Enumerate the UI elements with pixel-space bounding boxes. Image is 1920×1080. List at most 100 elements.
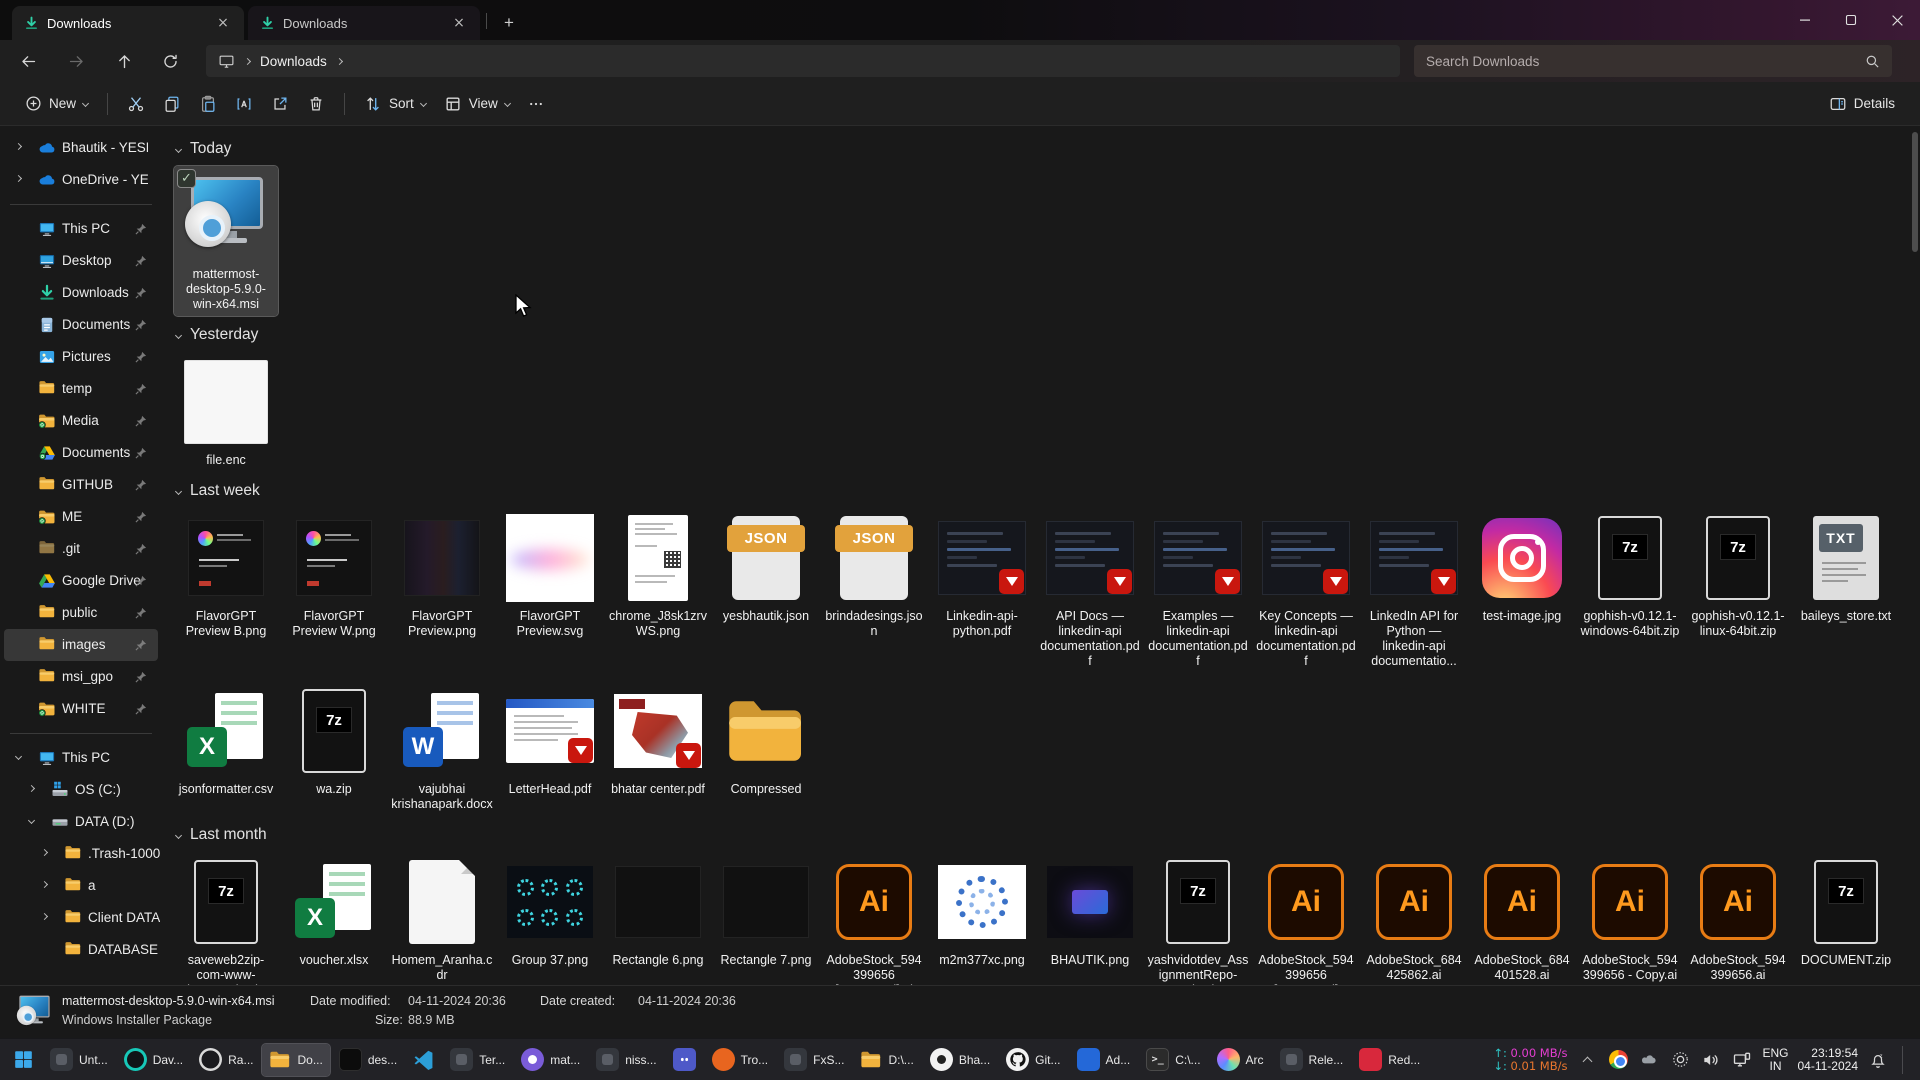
sidebar-item-me[interactable]: ME: [4, 501, 158, 533]
sidebar-item-temp[interactable]: temp: [4, 373, 158, 405]
file-tile[interactable]: FlavorGPT Preview.svg: [498, 508, 602, 643]
sidebar-item--trash-1000[interactable]: .Trash-1000: [4, 838, 158, 870]
sidebar-item-desktop[interactable]: Desktop: [4, 245, 158, 277]
taskbar-app-button[interactable]: Red...: [1352, 1044, 1427, 1076]
network-speed-indicator[interactable]: ↑: 0.00 MB/s ↓: 0.01 MB/s: [1493, 1047, 1567, 1073]
file-tile[interactable]: bhatar center.pdf: [606, 681, 710, 801]
file-tile[interactable]: Wvajubhai krishanapark.docx: [390, 681, 494, 816]
delete-button[interactable]: [298, 87, 334, 121]
chevron-right-icon[interactable]: [41, 881, 48, 888]
taskbar-app-button[interactable]: Arc: [1210, 1044, 1271, 1076]
file-tile[interactable]: 7zDOCUMENT.zip: [1794, 852, 1898, 972]
file-tile[interactable]: AiAdobeStock_594399656 [Converted].ai: [822, 852, 926, 985]
file-tile[interactable]: AiAdobeStock_594399656 [Converted] copy.…: [1254, 852, 1358, 985]
cloud-tray-icon[interactable]: [1638, 1049, 1660, 1071]
explorer-tab[interactable]: Downloads ×: [248, 6, 480, 40]
maximize-button[interactable]: [1828, 0, 1874, 40]
section-header-last-week[interactable]: Last week: [176, 480, 1910, 502]
up-button[interactable]: [104, 44, 144, 78]
file-tile[interactable]: FlavorGPT Preview B.png: [174, 508, 278, 643]
sidebar-item-media[interactable]: Media: [4, 405, 158, 437]
copy-button[interactable]: [154, 87, 190, 121]
file-tile[interactable]: AiAdobeStock_594399656 - Copy.ai: [1578, 852, 1682, 985]
chevron-right-icon[interactable]: [15, 143, 22, 150]
file-tile[interactable]: API Docs — linkedin-api documentation.pd…: [1038, 508, 1142, 673]
taskbar-app-button[interactable]: Ad...: [1070, 1044, 1138, 1076]
section-header-yesterday[interactable]: Yesterday: [176, 324, 1910, 346]
taskbar-app-button[interactable]: FxS...: [777, 1044, 851, 1076]
sidebar-item-google-drive[interactable]: Google Drive: [4, 565, 158, 597]
file-tile[interactable]: Group 37.png: [498, 852, 602, 972]
close-button[interactable]: [1874, 0, 1920, 40]
file-tile[interactable]: test-image.jpg: [1470, 508, 1574, 628]
file-tile[interactable]: FlavorGPT Preview.png: [390, 508, 494, 643]
cut-button[interactable]: [118, 87, 154, 121]
file-tile[interactable]: 7zgophish-v0.12.1-windows-64bit.zip: [1578, 508, 1682, 643]
file-tile[interactable]: TXT baileys_store.txt: [1794, 508, 1898, 628]
file-tile[interactable]: Xvoucher.xlsx: [282, 852, 386, 972]
file-tile[interactable]: ✓mattermost-desktop-5.9.0-win-x64.msi: [174, 166, 278, 316]
sidebar-item-data-d-[interactable]: DATA (D:): [4, 806, 158, 838]
language-indicator[interactable]: ENG IN: [1762, 1047, 1788, 1073]
file-tile[interactable]: AiAdobeStock_684425862.ai: [1362, 852, 1466, 985]
file-tile[interactable]: Linkedin-api-python.pdf: [930, 508, 1034, 643]
taskbar-app-button[interactable]: Bha...: [923, 1044, 997, 1076]
sidebar-item--git[interactable]: .git: [4, 533, 158, 565]
sidebar-item-pictures[interactable]: Pictures: [4, 341, 158, 373]
section-header-today[interactable]: Today: [176, 138, 1910, 160]
file-tile[interactable]: AiAdobeStock_594399656.ai: [1686, 852, 1790, 985]
file-tile[interactable]: JSONyesbhautik.json: [714, 508, 818, 628]
sidebar-item-this-pc[interactable]: This PC: [4, 742, 158, 774]
sidebar-item-bhautik-yesbh[interactable]: Bhautik - YESBH: [4, 132, 158, 164]
file-tile[interactable]: 7zyashvidotdev_AssignmentRepo-main.zip: [1146, 852, 1250, 985]
file-tile[interactable]: AiAdobeStock_684401528.ai: [1470, 852, 1574, 985]
file-tile[interactable]: Examples — linkedin-api documentation.pd…: [1146, 508, 1250, 673]
volume-tray-icon[interactable]: [1700, 1049, 1722, 1071]
sidebar-item-public[interactable]: public: [4, 597, 158, 629]
paste-button[interactable]: [190, 87, 226, 121]
sidebar-item-os-c-[interactable]: OS (C:): [4, 774, 158, 806]
taskbar-app-button[interactable]: Do...: [262, 1044, 329, 1076]
file-tile[interactable]: m2m377xc.png: [930, 852, 1034, 972]
brightness-tray-icon[interactable]: [1669, 1049, 1691, 1071]
more-options-button[interactable]: [519, 87, 553, 121]
back-button[interactable]: [8, 44, 48, 78]
chevron-down-icon[interactable]: [15, 753, 22, 760]
file-tile[interactable]: Xjsonformatter.csv: [174, 681, 278, 801]
file-tile[interactable]: FlavorGPT Preview W.png: [282, 508, 386, 643]
chevron-right-icon[interactable]: [41, 913, 48, 920]
taskbar-app-button[interactable]: [406, 1044, 441, 1076]
sidebar-item-documents[interactable]: Documents: [4, 437, 158, 469]
file-tile[interactable]: file.enc: [174, 352, 278, 472]
sidebar-item-images[interactable]: images: [4, 629, 158, 661]
sort-button[interactable]: Sort: [355, 87, 435, 121]
sidebar-item-white[interactable]: WHITE: [4, 693, 158, 725]
rename-button[interactable]: [226, 87, 262, 121]
clock[interactable]: 23:19:54 04-11-2024: [1798, 1047, 1859, 1073]
file-tile[interactable]: Rectangle 7.png: [714, 852, 818, 972]
scrollbar-thumb[interactable]: [1912, 132, 1918, 252]
start-button[interactable]: [6, 1044, 41, 1076]
search-input[interactable]: [1426, 54, 1865, 69]
view-button[interactable]: View: [435, 87, 519, 121]
chevron-right-icon[interactable]: [15, 175, 22, 182]
taskbar-app-button[interactable]: Dav...: [117, 1044, 190, 1076]
sidebar-item-client-data[interactable]: Client DATA: [4, 902, 158, 934]
network-display-tray-icon[interactable]: [1731, 1049, 1753, 1071]
sidebar-item-downloads[interactable]: Downloads: [4, 277, 158, 309]
taskbar-app-button[interactable]: niss...: [589, 1044, 663, 1076]
new-button[interactable]: New: [16, 87, 97, 121]
refresh-button[interactable]: [150, 44, 190, 78]
forward-button[interactable]: [56, 44, 96, 78]
file-tile[interactable]: Compressed: [714, 681, 818, 801]
sidebar-item-database[interactable]: DATABASE: [4, 934, 158, 966]
file-tile[interactable]: Homem_Aranha.cdr: [390, 852, 494, 985]
chevron-right-icon[interactable]: [28, 785, 35, 792]
minimize-button[interactable]: [1782, 0, 1828, 40]
file-tile[interactable]: 7zsaveweb2zip-com-www-harness-io.zip: [174, 852, 278, 985]
vertical-scrollbar[interactable]: [1912, 130, 1918, 982]
sidebar-item-github[interactable]: GITHUB: [4, 469, 158, 501]
file-tile[interactable]: Rectangle 6.png: [606, 852, 710, 972]
file-tile[interactable]: JSONbrindadesings.json: [822, 508, 926, 643]
sidebar-item-documents[interactable]: Documents: [4, 309, 158, 341]
